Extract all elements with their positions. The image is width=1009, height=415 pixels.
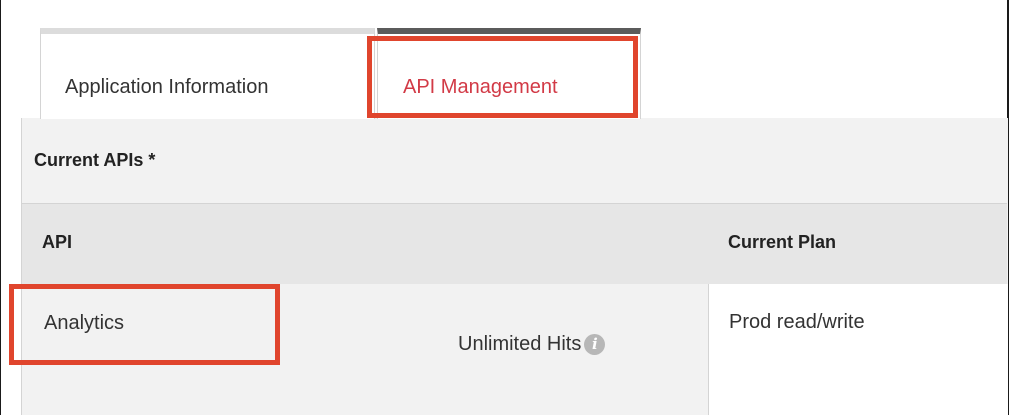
- tab-label: API Management: [403, 76, 558, 98]
- tab-application-information[interactable]: Application Information: [40, 28, 375, 119]
- hits-cell: Unlimited Hits i: [458, 333, 606, 356]
- api-name-cell: Analytics: [44, 312, 125, 334]
- tab-api-management[interactable]: API Management: [377, 28, 641, 119]
- info-icon[interactable]: i: [584, 334, 606, 355]
- section-title: Current APIs *: [34, 150, 156, 170]
- plan-value: Prod read/write: [729, 311, 865, 333]
- column-header-api: API: [42, 232, 73, 252]
- table-header: API Current Plan: [22, 203, 1007, 285]
- window-border-left: [0, 0, 1, 415]
- current-plan-cell: [708, 284, 1008, 415]
- tab-label: Application Information: [65, 76, 269, 98]
- hits-label: Unlimited Hits: [458, 333, 582, 355]
- column-header-current-plan: Current Plan: [728, 232, 837, 252]
